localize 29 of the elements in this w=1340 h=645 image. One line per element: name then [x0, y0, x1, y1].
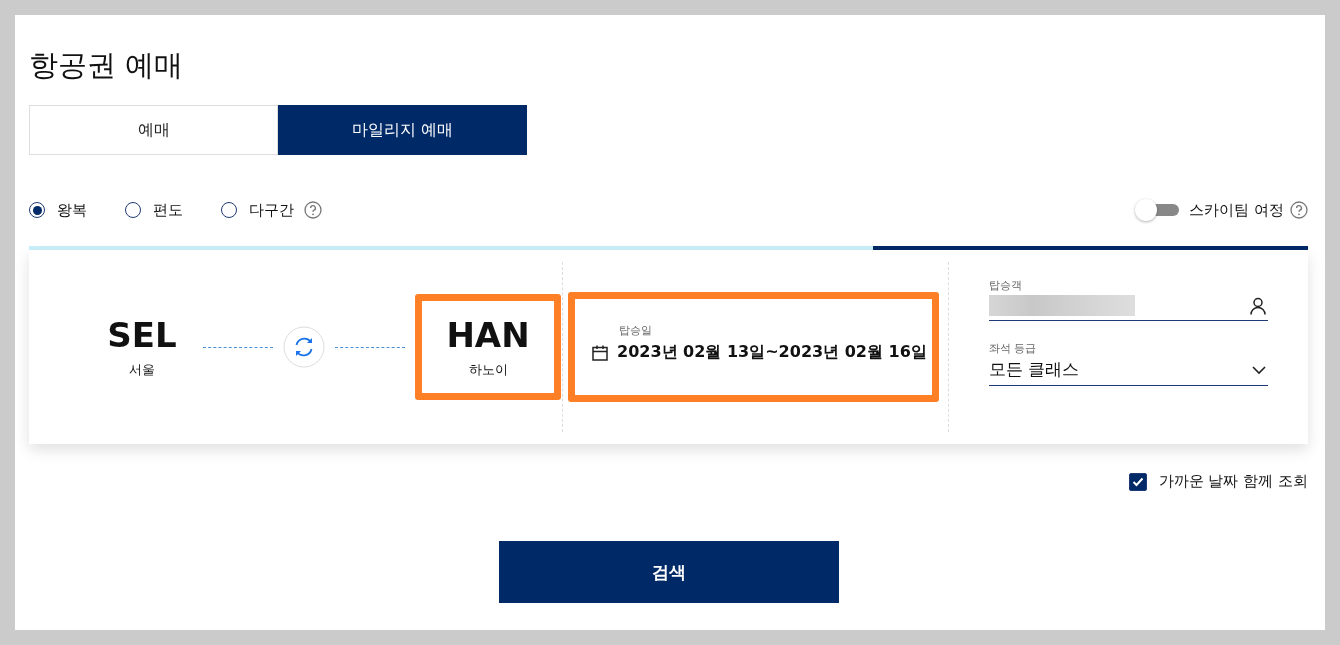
toggle-label: 스카이팀 여정	[1189, 200, 1284, 220]
date-range: 2023년 02월 13일~2023년 02월 16일	[617, 342, 927, 363]
field-label: 탑승일	[618, 323, 653, 338]
origin-airport[interactable]: SEL 서울	[91, 294, 193, 400]
help-icon[interactable]	[304, 201, 322, 219]
booking-tab[interactable]: 예매	[29, 105, 278, 155]
airport-code: SEL	[107, 315, 177, 355]
city-name: 서울	[129, 361, 155, 379]
help-icon[interactable]	[1290, 201, 1308, 219]
date-field[interactable]: 탑승일 2023년 02월 13일~2023년 02월 16일	[568, 292, 939, 402]
search-button[interactable]: 검색	[498, 541, 839, 603]
field-label: 좌석 등급	[989, 341, 1038, 356]
checkbox-label[interactable]: 가까운 날짜 함께 조회	[1158, 472, 1308, 491]
seat-class-value: 모든 클래스	[989, 358, 1080, 381]
field-label: 탑승객	[989, 278, 1023, 293]
passenger-field[interactable]: 탑승객	[989, 278, 1268, 321]
destination-airport[interactable]: HAN 하노이	[415, 294, 561, 400]
booking-tab[interactable]: 마일리지 예매	[278, 105, 527, 155]
city-name: 하노이	[468, 361, 508, 379]
trip-type-label[interactable]: 왕복	[57, 200, 87, 220]
checkbox[interactable]	[1128, 472, 1147, 491]
trip-type-label[interactable]: 편도	[153, 200, 183, 220]
trip-type-label[interactable]: 다구간	[249, 200, 294, 220]
person-icon	[1248, 295, 1268, 316]
seat-class-dropdown[interactable]: 좌석 등급 모든 클래스	[989, 341, 1268, 386]
airport-code: HAN	[446, 315, 530, 355]
swap-icon[interactable]	[283, 326, 325, 368]
calendar-icon	[591, 343, 609, 362]
page-title: 항공권 예매	[29, 47, 184, 83]
